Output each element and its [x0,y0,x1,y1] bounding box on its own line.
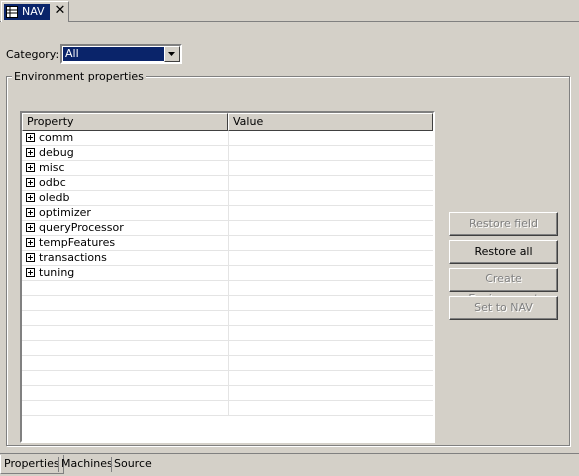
value-cell[interactable] [228,206,433,221]
table-row[interactable]: queryProcessor [22,221,433,236]
empty-table-row [22,401,433,416]
table-header: Property Value [22,113,433,131]
empty-table-row [22,386,433,401]
empty-table-row [22,371,433,386]
table-row[interactable]: odbc [22,176,433,191]
table-body: comm debug misc odbc oledb optimizer que… [22,131,433,416]
empty-table-row [22,341,433,356]
table-row[interactable]: tuning [22,266,433,281]
table-row[interactable]: misc [22,161,433,176]
property-label: queryProcessor [39,221,124,234]
restore-field-button[interactable]: Restore field [449,212,558,236]
property-cell: misc [22,161,228,176]
property-cell: tuning [22,266,228,281]
table-row[interactable]: comm [22,131,433,146]
value-cell[interactable] [228,191,433,206]
expand-icon[interactable] [26,208,35,217]
expand-icon[interactable] [26,133,35,142]
expand-icon[interactable] [26,148,35,157]
value-cell[interactable] [228,266,433,281]
table-row[interactable]: transactions [22,251,433,266]
property-cell: oledb [22,191,228,206]
bottom-tab-bar: Properties Machines Source [0,453,579,476]
property-label: debug [39,146,74,159]
dropdown-button[interactable] [164,46,180,62]
table-icon [6,6,18,18]
property-label: oledb [39,191,70,204]
value-cell[interactable] [228,161,433,176]
set-to-nav-button[interactable]: Set to NAV [449,296,558,320]
property-label: tempFeatures [39,236,116,249]
expand-icon[interactable] [26,193,35,202]
table-row[interactable]: debug [22,146,433,161]
property-label: transactions [39,251,107,264]
empty-table-row [22,356,433,371]
chevron-down-icon [168,52,175,56]
expand-icon[interactable] [26,238,35,247]
tab-nav[interactable]: NAV ✕ [1,1,69,22]
empty-table-row [22,296,433,311]
expand-icon[interactable] [26,253,35,262]
close-icon[interactable]: ✕ [53,3,67,19]
category-dropdown[interactable]: All [60,44,182,64]
expand-icon[interactable] [26,163,35,172]
property-cell: optimizer [22,206,228,221]
property-cell: comm [22,131,228,146]
tab-properties[interactable]: Properties [0,455,64,474]
editor-tab-strip: NAV ✕ [0,0,579,22]
category-selected-value: All [63,47,164,61]
group-title: Environment properties [12,70,146,83]
property-label: comm [39,131,74,144]
property-label: tuning [39,266,75,279]
value-cell[interactable] [228,221,433,236]
restore-all-button[interactable]: Restore all [449,240,558,264]
empty-table-row [22,281,433,296]
property-label: odbc [39,176,66,189]
category-label: Category: [6,48,60,61]
property-cell: queryProcessor [22,221,228,236]
tab-title-highlight: NAV [4,4,50,20]
property-cell: transactions [22,251,228,266]
property-cell: debug [22,146,228,161]
main-panel: Category: All Environment properties Pro… [0,23,579,453]
value-cell[interactable] [228,251,433,266]
column-header-property[interactable]: Property [22,113,228,131]
expand-icon[interactable] [26,268,35,277]
table-row[interactable]: tempFeatures [22,236,433,251]
create-environment-button[interactable]: Create Environment [449,268,558,305]
property-label: optimizer [39,206,91,219]
properties-table: Property Value comm debug misc odbc oled… [20,111,435,443]
table-row[interactable]: oledb [22,191,433,206]
value-cell[interactable] [228,131,433,146]
property-label: misc [39,161,65,174]
table-row[interactable]: optimizer [22,206,433,221]
expand-icon[interactable] [26,223,35,232]
value-cell[interactable] [228,176,433,191]
value-cell[interactable] [228,146,433,161]
tab-machines[interactable]: Machines [58,455,116,474]
property-cell: odbc [22,176,228,191]
expand-icon[interactable] [26,178,35,187]
value-cell[interactable] [228,236,433,251]
tab-label: NAV [22,5,45,18]
tab-source[interactable]: Source [111,455,155,474]
empty-table-row [22,326,433,341]
empty-table-row [22,311,433,326]
property-cell: tempFeatures [22,236,228,251]
column-header-value[interactable]: Value [228,113,433,131]
